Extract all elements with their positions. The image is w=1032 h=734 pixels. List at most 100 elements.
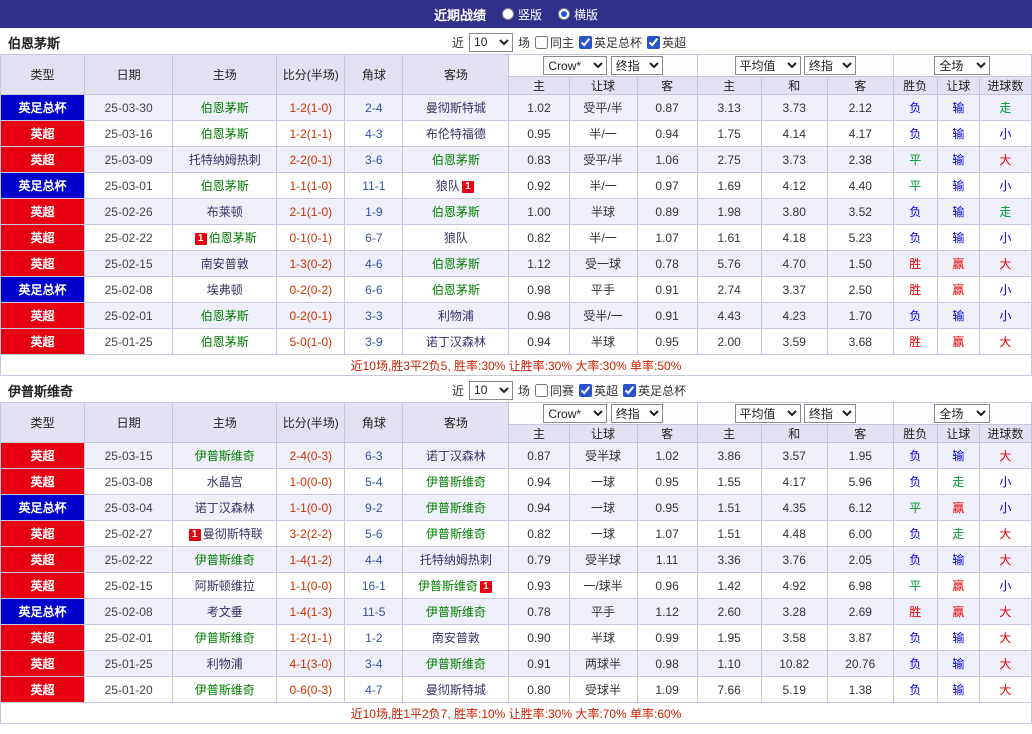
section-filters: 近 10 场 同赛 英超 英足总杯 (452, 380, 686, 400)
section-header: 伊普斯维奇 近 10 场 同赛 英超 英足总杯 (0, 378, 1032, 402)
team-link[interactable]: 阿斯顿维拉 (195, 579, 255, 593)
team-link[interactable]: 伯恩茅斯 (432, 283, 480, 297)
team-link[interactable]: 诺丁汉森林 (426, 335, 486, 349)
asian-handicap-line: 平手 (568, 598, 638, 625)
asian-final-odds-select[interactable]: 终指 (610, 404, 663, 423)
match-score: 0-6(0-3) (276, 676, 346, 703)
result-handicap: 输 (936, 302, 980, 329)
layout-horizontal-option[interactable]: 横版 (558, 6, 598, 23)
team-link[interactable]: 伯恩茅斯 (432, 153, 480, 167)
team-link[interactable]: 狼队 (436, 179, 460, 193)
match-row: 英超 25-02-22 1 伯恩茅斯 0-1(0-1) 6-7 狼队 0.82 半… (0, 224, 1032, 251)
euro-average-select[interactable]: 平均值 (734, 56, 801, 75)
league-badge: 英足总杯 (0, 276, 86, 303)
vertical-radio-icon[interactable] (501, 8, 514, 20)
filter-premier-league[interactable]: 英超 (647, 34, 686, 51)
team-link[interactable]: 伯恩茅斯 (201, 309, 249, 323)
asian-handicap-line: 一球 (568, 468, 638, 495)
euro-away-odds: 2.05 (826, 546, 894, 573)
result-handicap: 输 (936, 224, 980, 251)
asian-handicap-line: 受一球 (568, 250, 638, 277)
horizontal-radio-icon[interactable] (558, 8, 570, 20)
euro-home-odds: 1.42 (696, 572, 762, 599)
team-link[interactable]: 狼队 (444, 231, 468, 245)
team-link[interactable]: 布莱顿 (207, 205, 243, 219)
team-link[interactable]: 伊普斯维奇 (195, 553, 255, 567)
euro-final-odds-select[interactable]: 终指 (803, 56, 856, 75)
euro-final-odds-select[interactable]: 终指 (803, 404, 856, 423)
team-link[interactable]: 伊普斯维奇 (426, 475, 486, 489)
premier-league-checkbox[interactable] (647, 35, 661, 49)
match-score: 1-2(1-0) (276, 94, 346, 121)
league-badge: 英超 (0, 224, 86, 251)
team-link[interactable]: 伯恩茅斯 (432, 257, 480, 271)
euro-draw-odds: 10.82 (760, 650, 828, 677)
team-link[interactable]: 考文垂 (207, 605, 243, 619)
filter-same-home[interactable]: 同主 (535, 34, 574, 51)
team-link[interactable]: 伊普斯维奇 (426, 605, 486, 619)
corners-score: 4-7 (344, 676, 404, 703)
result-outcome: 胜 (892, 598, 938, 625)
fa-cup-checkbox[interactable] (579, 35, 593, 49)
euro-draw-odds: 4.70 (760, 250, 828, 277)
premier-league-checkbox[interactable] (579, 383, 593, 397)
team-link[interactable]: 伯恩茅斯 (201, 127, 249, 141)
team-link[interactable]: 诺丁汉森林 (195, 501, 255, 515)
home-team-cell: 伯恩茅斯 (172, 328, 278, 355)
team-link[interactable]: 伯恩茅斯 (201, 335, 249, 349)
filter-fa-cup[interactable]: 英足总杯 (623, 382, 686, 399)
euro-draw-odds: 4.35 (760, 494, 828, 521)
scope-select[interactable]: 全场 (934, 404, 991, 423)
team-link[interactable]: 伯恩茅斯 (209, 231, 257, 245)
fa-cup-checkbox[interactable] (623, 383, 637, 397)
team-link[interactable]: 伯恩茅斯 (201, 101, 249, 115)
scope-select[interactable]: 全场 (934, 56, 991, 75)
corners-score: 3-4 (344, 650, 404, 677)
asian-final-odds-select[interactable]: 终指 (610, 56, 663, 75)
same-competition-checkbox[interactable] (535, 383, 549, 397)
team-link[interactable]: 伊普斯维奇 (418, 579, 478, 593)
team-link[interactable]: 伊普斯维奇 (195, 449, 255, 463)
same-home-checkbox[interactable] (535, 35, 549, 49)
match-count-select[interactable]: 10 (469, 380, 514, 400)
team-link[interactable]: 伯恩茅斯 (432, 205, 480, 219)
match-row: 英超 25-02-26 布莱顿 2-1(1-0) 1-9 伯恩茅斯 1.00 半… (0, 198, 1032, 225)
vertical-radio-label: 竖版 (517, 7, 542, 22)
team-link[interactable]: 托特纳姆热刺 (189, 153, 261, 167)
filter-same-competition[interactable]: 同赛 (535, 382, 574, 399)
asian-away-odds: 1.06 (636, 146, 698, 173)
team-link[interactable]: 曼彻斯特城 (426, 683, 486, 697)
asian-away-odds: 0.98 (636, 650, 698, 677)
team-link[interactable]: 利物浦 (438, 309, 474, 323)
team-link[interactable]: 伊普斯维奇 (195, 683, 255, 697)
filter-fa-cup[interactable]: 英足总杯 (579, 34, 642, 51)
team-link[interactable]: 伯恩茅斯 (201, 179, 249, 193)
result-goals: 走 (978, 198, 1032, 225)
team-link[interactable]: 南安普敦 (432, 631, 480, 645)
odds-company-select[interactable]: Crow* (543, 404, 608, 423)
team-link[interactable]: 埃弗顿 (207, 283, 243, 297)
team-link[interactable]: 曼彻斯特城 (426, 101, 486, 115)
team-link[interactable]: 曼彻斯特联 (203, 527, 263, 541)
team-link[interactable]: 利物浦 (207, 657, 243, 671)
team-link[interactable]: 诺丁汉森林 (426, 449, 486, 463)
team-link[interactable]: 伊普斯维奇 (426, 527, 486, 541)
team-link[interactable]: 伊普斯维奇 (426, 501, 486, 515)
odds-company-select[interactable]: Crow* (543, 56, 608, 75)
euro-home-odds: 7.66 (696, 676, 762, 703)
layout-vertical-option[interactable]: 竖版 (501, 6, 542, 23)
match-count-select[interactable]: 10 (469, 32, 514, 52)
euro-average-select[interactable]: 平均值 (734, 404, 801, 423)
team-link[interactable]: 伊普斯维奇 (426, 657, 486, 671)
filter-premier-league[interactable]: 英超 (579, 382, 618, 399)
team-link[interactable]: 布伦特福德 (426, 127, 486, 141)
away-team-cell: 伯恩茅斯 (402, 198, 510, 225)
away-team-cell: 南安普敦 (402, 624, 510, 651)
team-link[interactable]: 水晶宫 (207, 475, 243, 489)
team-link[interactable]: 南安普敦 (201, 257, 249, 271)
match-score: 1-1(0-0) (276, 494, 346, 521)
team-link[interactable]: 伊普斯维奇 (195, 631, 255, 645)
team-link[interactable]: 托特纳姆热刺 (420, 553, 492, 567)
asian-home-odds: 0.79 (508, 546, 570, 573)
col-away: 客场 (402, 54, 510, 95)
